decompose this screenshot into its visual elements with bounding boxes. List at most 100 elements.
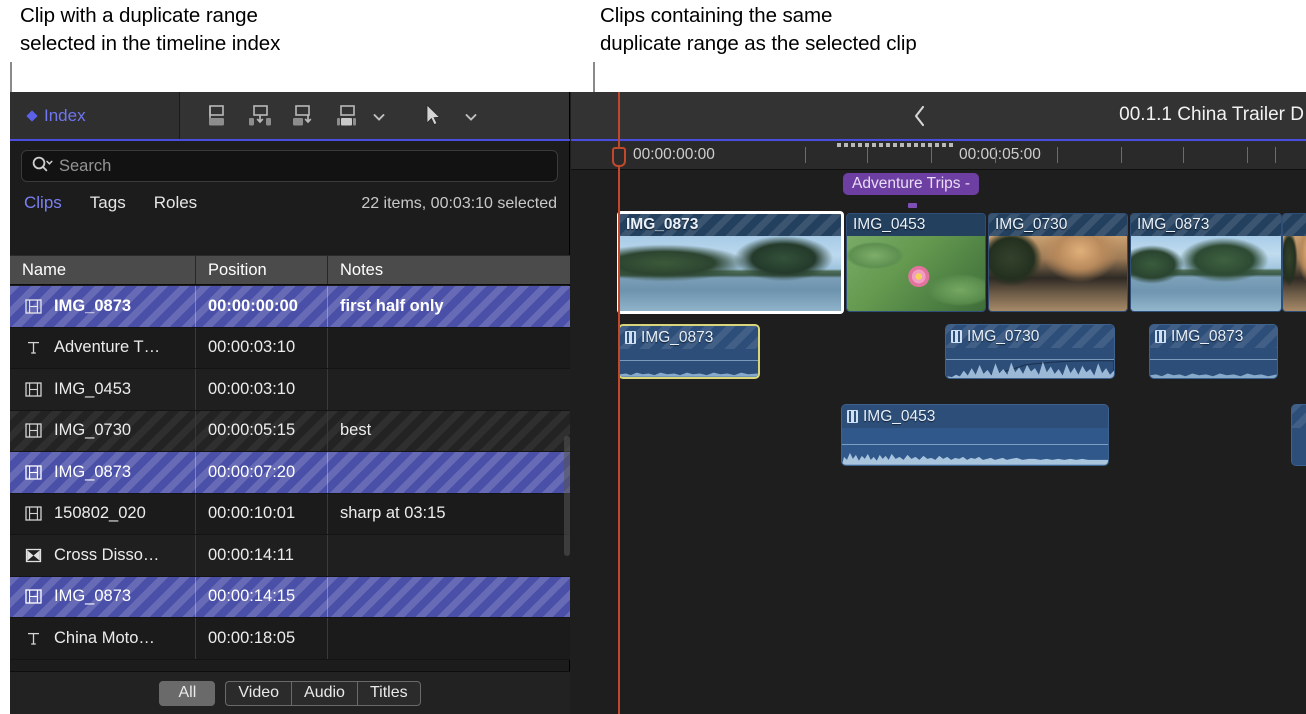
clip-header: IMG_0730 xyxy=(989,214,1127,236)
timeline-clip-img0873-2[interactable]: IMG_0873 xyxy=(1130,213,1282,312)
timeline-clip-img0730[interactable]: IMG_0730 xyxy=(988,213,1128,312)
timeline-clip-img0873-1[interactable]: IMG_0873 xyxy=(617,211,844,314)
search-input[interactable] xyxy=(59,157,548,176)
clip-name: IMG_0453 xyxy=(863,408,935,426)
keyword-bar-connection-tick xyxy=(908,203,917,208)
table-body: IMG_0873 00:00:00:00 first half only Adv… xyxy=(10,286,570,671)
clip-name: IMG_0730 xyxy=(967,328,1039,346)
table-row[interactable]: Cross Disso… 00:00:14:11 xyxy=(10,535,570,577)
edit-tools-group xyxy=(180,102,476,130)
index-toolbar-accent-underline xyxy=(10,139,570,141)
row-notes xyxy=(328,535,570,576)
table-row[interactable]: IMG_0730 00:00:05:15 best xyxy=(10,411,570,453)
callout-left-text: Clip with a duplicate range selected in … xyxy=(20,2,280,58)
index-toggle-button[interactable]: Index xyxy=(10,92,180,139)
tab-roles[interactable]: Roles xyxy=(154,193,197,213)
audio-film-icon xyxy=(625,331,636,344)
ruler-tick xyxy=(931,147,932,163)
timeline-clip-partial-right[interactable] xyxy=(1282,213,1306,312)
title-text-icon xyxy=(22,339,44,356)
table-row[interactable]: IMG_0873 00:00:14:15 xyxy=(10,577,570,619)
overwrite-clip-icon[interactable] xyxy=(334,102,362,130)
search-field[interactable] xyxy=(21,150,558,182)
select-tool-arrow-icon[interactable] xyxy=(418,102,446,130)
insert-clip-icon[interactable] xyxy=(246,102,274,130)
row-position: 00:00:18:05 xyxy=(196,618,328,659)
row-position: 00:00:03:10 xyxy=(196,328,328,369)
column-header-name[interactable]: Name xyxy=(10,256,196,284)
table-row[interactable]: Adventure T… 00:00:03:10 xyxy=(10,328,570,370)
row-position: 00:00:07:20 xyxy=(196,452,328,493)
row-name: China Moto… xyxy=(54,629,155,648)
connect-to-primary-storyline-icon[interactable] xyxy=(202,102,230,130)
row-position: 00:00:10:01 xyxy=(196,494,328,535)
clip-header: IMG_0873 xyxy=(620,326,758,349)
column-header-position[interactable]: Position xyxy=(196,256,328,284)
items-selected-status: 22 items, 00:03:10 selected xyxy=(361,195,557,213)
index-toolbar: Index xyxy=(10,92,569,139)
clip-header xyxy=(1292,405,1306,428)
filter-titles-button[interactable]: Titles xyxy=(357,681,421,706)
clip-header: IMG_0453 xyxy=(847,214,985,236)
overwrite-chevron-down-icon[interactable] xyxy=(372,110,384,122)
timeline-audio-clip-img0453[interactable]: IMG_0453 xyxy=(841,404,1109,466)
audio-level-line xyxy=(842,444,1108,445)
audio-waveform xyxy=(946,360,1114,378)
table-row[interactable]: IMG_0873 00:00:00:00 first half only xyxy=(10,286,570,328)
table-row[interactable]: China Moto… 00:00:18:05 xyxy=(10,618,570,660)
audio-film-icon xyxy=(1155,330,1166,343)
clip-thumbnail-partial xyxy=(1283,236,1306,311)
playhead[interactable] xyxy=(618,92,620,714)
clip-body xyxy=(946,348,1114,378)
column-header-notes[interactable]: Notes xyxy=(328,256,570,284)
video-clip-icon xyxy=(22,422,44,439)
clip-header: IMG_0453 xyxy=(842,405,1108,428)
filter-all-button[interactable]: All xyxy=(159,681,215,706)
row-name: IMG_0730 xyxy=(54,421,131,440)
duplicate-range-marker-icon xyxy=(837,143,955,147)
index-button-label: Index xyxy=(44,106,86,126)
timeline-audio-clip-img0730[interactable]: IMG_0730 xyxy=(945,324,1115,379)
ruler-tick xyxy=(1275,147,1276,163)
timeline-ruler[interactable]: 00:00:00:00 00:00:05:00 xyxy=(571,141,1306,170)
table-row[interactable]: IMG_0453 00:00:03:10 xyxy=(10,369,570,411)
filter-video-button[interactable]: Video xyxy=(225,681,291,706)
filter-segmented-group: Video Audio Titles xyxy=(225,681,420,706)
row-position: 00:00:14:15 xyxy=(196,577,328,618)
clip-header: IMG_0873 xyxy=(1131,214,1281,236)
index-clip-table: Name Position Notes IMG_0873 00:00:00:0 xyxy=(10,255,570,671)
timeline-header: 00.1.1 China Trailer D xyxy=(571,92,1306,139)
table-row[interactable]: 150802_020 00:00:10:01 sharp at 03:15 xyxy=(10,494,570,536)
clip-name: IMG_0873 xyxy=(1171,328,1243,346)
clip-body xyxy=(842,428,1108,465)
ruler-label: 00:00:00:00 xyxy=(633,146,715,164)
row-name: IMG_0873 xyxy=(54,297,131,316)
timeline-audio-clip-partial-right[interactable] xyxy=(1291,404,1306,466)
timeline-audio-clip-img0873-2[interactable]: IMG_0873 xyxy=(1149,324,1278,379)
clip-thumbnail-karst2 xyxy=(1131,236,1281,311)
row-name: IMG_0453 xyxy=(54,380,131,399)
audio-waveform xyxy=(1150,360,1277,378)
ruler-tick xyxy=(805,147,806,163)
playhead-handle[interactable] xyxy=(612,147,626,167)
clip-body xyxy=(1292,428,1306,465)
filter-audio-button[interactable]: Audio xyxy=(291,681,357,706)
row-name: IMG_0873 xyxy=(54,587,131,606)
append-to-storyline-icon[interactable] xyxy=(290,102,318,130)
final-cut-pro-window: Index xyxy=(10,92,1306,714)
select-tool-chevron-down-icon[interactable] xyxy=(464,110,476,122)
row-name: Adventure T… xyxy=(54,338,160,357)
row-name: IMG_0873 xyxy=(54,463,131,482)
clip-name: IMG_0730 xyxy=(989,216,1067,234)
timeline-back-chevron-icon[interactable] xyxy=(911,104,929,133)
tab-tags[interactable]: Tags xyxy=(90,193,126,213)
clip-name: IMG_0873 xyxy=(641,329,713,347)
row-position: 00:00:14:11 xyxy=(196,535,328,576)
index-tabs-row: Clips Tags Roles 22 items, 00:03:10 sele… xyxy=(10,182,569,220)
table-row[interactable]: IMG_0873 00:00:07:20 xyxy=(10,452,570,494)
keyword-bar[interactable]: Adventure Trips - xyxy=(843,173,979,195)
timeline-clip-img0453[interactable]: IMG_0453 xyxy=(846,213,986,312)
timeline-audio-clip-img0873-1[interactable]: IMG_0873 xyxy=(618,324,760,379)
tab-clips[interactable]: Clips xyxy=(24,193,62,213)
clip-thumbnail-karst xyxy=(620,236,841,311)
